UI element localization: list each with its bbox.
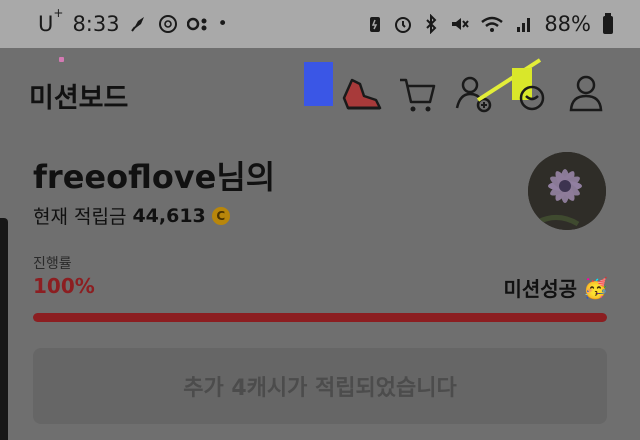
shoe-icon[interactable] [340, 72, 384, 116]
edge-panel-handle[interactable] [0, 218, 8, 440]
aperture-icon [158, 15, 177, 33]
wifi-icon [481, 16, 504, 32]
status-left: U+ 8:33 • [38, 6, 228, 36]
username: freeoflove [33, 158, 217, 196]
progress-bar [33, 313, 607, 322]
coin-icon: C [211, 206, 230, 225]
progress-percent: 100% [33, 274, 95, 298]
battery-percent: 88% [544, 12, 591, 36]
alarm-icon [395, 17, 412, 33]
page-title: 미션보드 [29, 83, 129, 114]
points-value: 44,613 [132, 204, 206, 227]
mission-status: 미션성공 🥳 [503, 273, 608, 302]
mission-status-label: 미션성공 [503, 277, 578, 301]
progress-label: 진행률 [33, 256, 72, 272]
avatar[interactable] [528, 152, 606, 230]
glasses-icon [186, 17, 207, 31]
flower-image [528, 152, 606, 230]
signal-icon [517, 18, 531, 32]
status-right: 88% [368, 12, 614, 36]
cart-icon[interactable] [396, 72, 440, 116]
notification-dot-icon: • [217, 14, 228, 34]
battery-icon [603, 13, 613, 34]
points-row: 현재 적립금 44,613 C [33, 202, 230, 229]
clock: 8:33 [72, 12, 120, 36]
progress-bar-fill [33, 313, 607, 322]
rocket-icon [130, 17, 144, 32]
reward-button[interactable]: 추가 4캐시가 적립되었습니다 [33, 348, 607, 424]
username-suffix: 님의 [216, 158, 276, 196]
bluetooth-icon [426, 14, 437, 34]
points-label: 현재 적립금 [33, 206, 127, 228]
notification-dot [59, 57, 64, 62]
battery-saver-icon [370, 17, 381, 32]
support-icon[interactable] [508, 72, 552, 116]
status-bar: U+ 8:33 • 88% [0, 0, 640, 48]
user-greeting: freeoflove님의 [33, 152, 275, 198]
blue-highlight-mark [304, 62, 333, 106]
profile-icon[interactable] [564, 72, 608, 116]
mute-icon [452, 18, 470, 30]
carrier-label: U+ [38, 6, 64, 36]
party-face-icon: 🥳 [583, 275, 608, 300]
